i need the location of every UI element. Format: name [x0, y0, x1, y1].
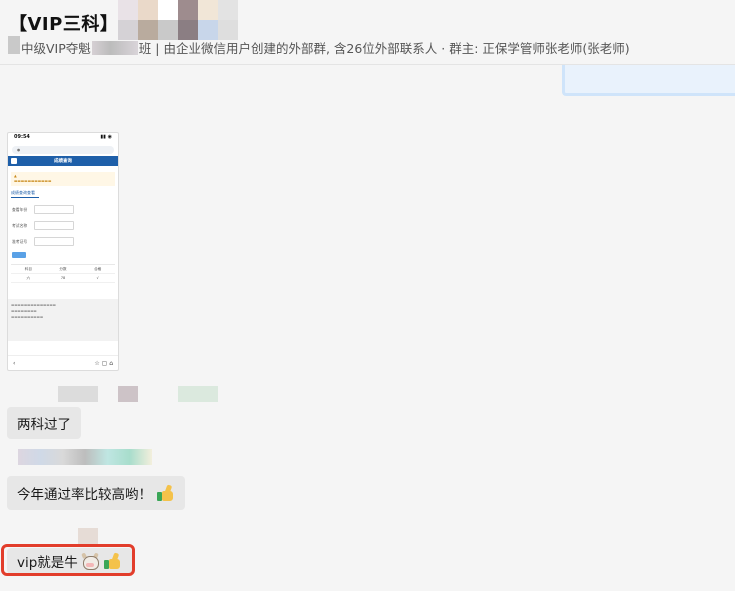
group-title: 【VIP三科】: [9, 14, 119, 35]
phone-query-button: [12, 252, 26, 258]
group-subtitle: 中级VIP夺魁 班 | 由企业微信用户创建的外部群, 含26位外部联系人 · 群主…: [21, 38, 630, 57]
phone-form-row: 准考证号: [12, 237, 114, 246]
toolbar-icons: ☆ ▢ ⌂: [94, 359, 113, 367]
avatar-mosaic: [118, 0, 238, 40]
message-text: 今年通过率比较高哟！: [17, 487, 152, 503]
thumbs-up-icon: [157, 484, 175, 502]
phone-notice: ▲ ▬▬▬▬▬▬▬▬▬▬▬: [11, 172, 115, 186]
subtitle-prefix: 中级VIP夺魁: [21, 41, 91, 56]
sender-name-redacted: [58, 386, 98, 402]
highlight-annotation: [1, 544, 135, 576]
home-icon: [11, 158, 17, 164]
message-text: 两科过了: [17, 417, 71, 433]
chat-header: 【VIP三科】 中级VIP夺魁 班 | 由企业微信用户创建的外部群, 含26位外部…: [0, 0, 735, 65]
phone-browser-toolbar: ‹ ☆ ▢ ⌂: [8, 355, 118, 370]
phone-nav-title: 成绩查询: [54, 159, 72, 164]
phone-form-row: 查看年份: [12, 205, 114, 214]
sender-name-redacted: [118, 386, 138, 402]
phone-url-bar: ●: [12, 146, 114, 154]
message-bubble[interactable]: 今年通过率比较高哟！: [7, 476, 185, 510]
phone-nav-bar: 成绩查询: [8, 156, 118, 166]
table-header-row: 科目 分数 合格: [11, 265, 115, 274]
redacted-block: [8, 36, 20, 54]
subtitle-mid: 班: [138, 41, 152, 56]
phone-time: 09:54: [14, 134, 30, 140]
back-icon: ‹: [13, 359, 16, 367]
phone-status-bar: 09:54 ▮▮ ◉: [8, 133, 118, 144]
phone-tab: 成绩查询查看: [11, 190, 39, 198]
sender-avatar-redacted: [78, 528, 98, 544]
sent-message-bubble[interactable]: [562, 65, 735, 96]
image-message[interactable]: 09:54 ▮▮ ◉ ● 成绩查询 ▲ ▬▬▬▬▬▬▬▬▬▬▬ 成绩查询查看 查看年…: [7, 132, 119, 371]
phone-form-row: 考试名称: [12, 221, 114, 230]
sender-name-redacted: [178, 386, 218, 402]
subtitle-rest: | 由企业微信用户创建的外部群, 含26位外部联系人 · 群主: 正保学管师张老…: [151, 41, 630, 56]
phone-result-table: 科目 分数 合格 六 78 √: [11, 264, 115, 283]
phone-footer: ▬▬▬▬▬▬▬▬▬▬▬▬▬▬ ▬▬▬▬▬▬▬▬ ▬▬▬▬▬▬▬▬▬▬: [8, 299, 118, 341]
table-row: 六 78 √: [11, 274, 115, 283]
signal-icon: ▮▮ ◉: [100, 134, 112, 140]
sender-name-redacted: [18, 449, 152, 465]
redacted-name: [91, 41, 138, 55]
message-bubble[interactable]: 两科过了: [7, 407, 81, 439]
